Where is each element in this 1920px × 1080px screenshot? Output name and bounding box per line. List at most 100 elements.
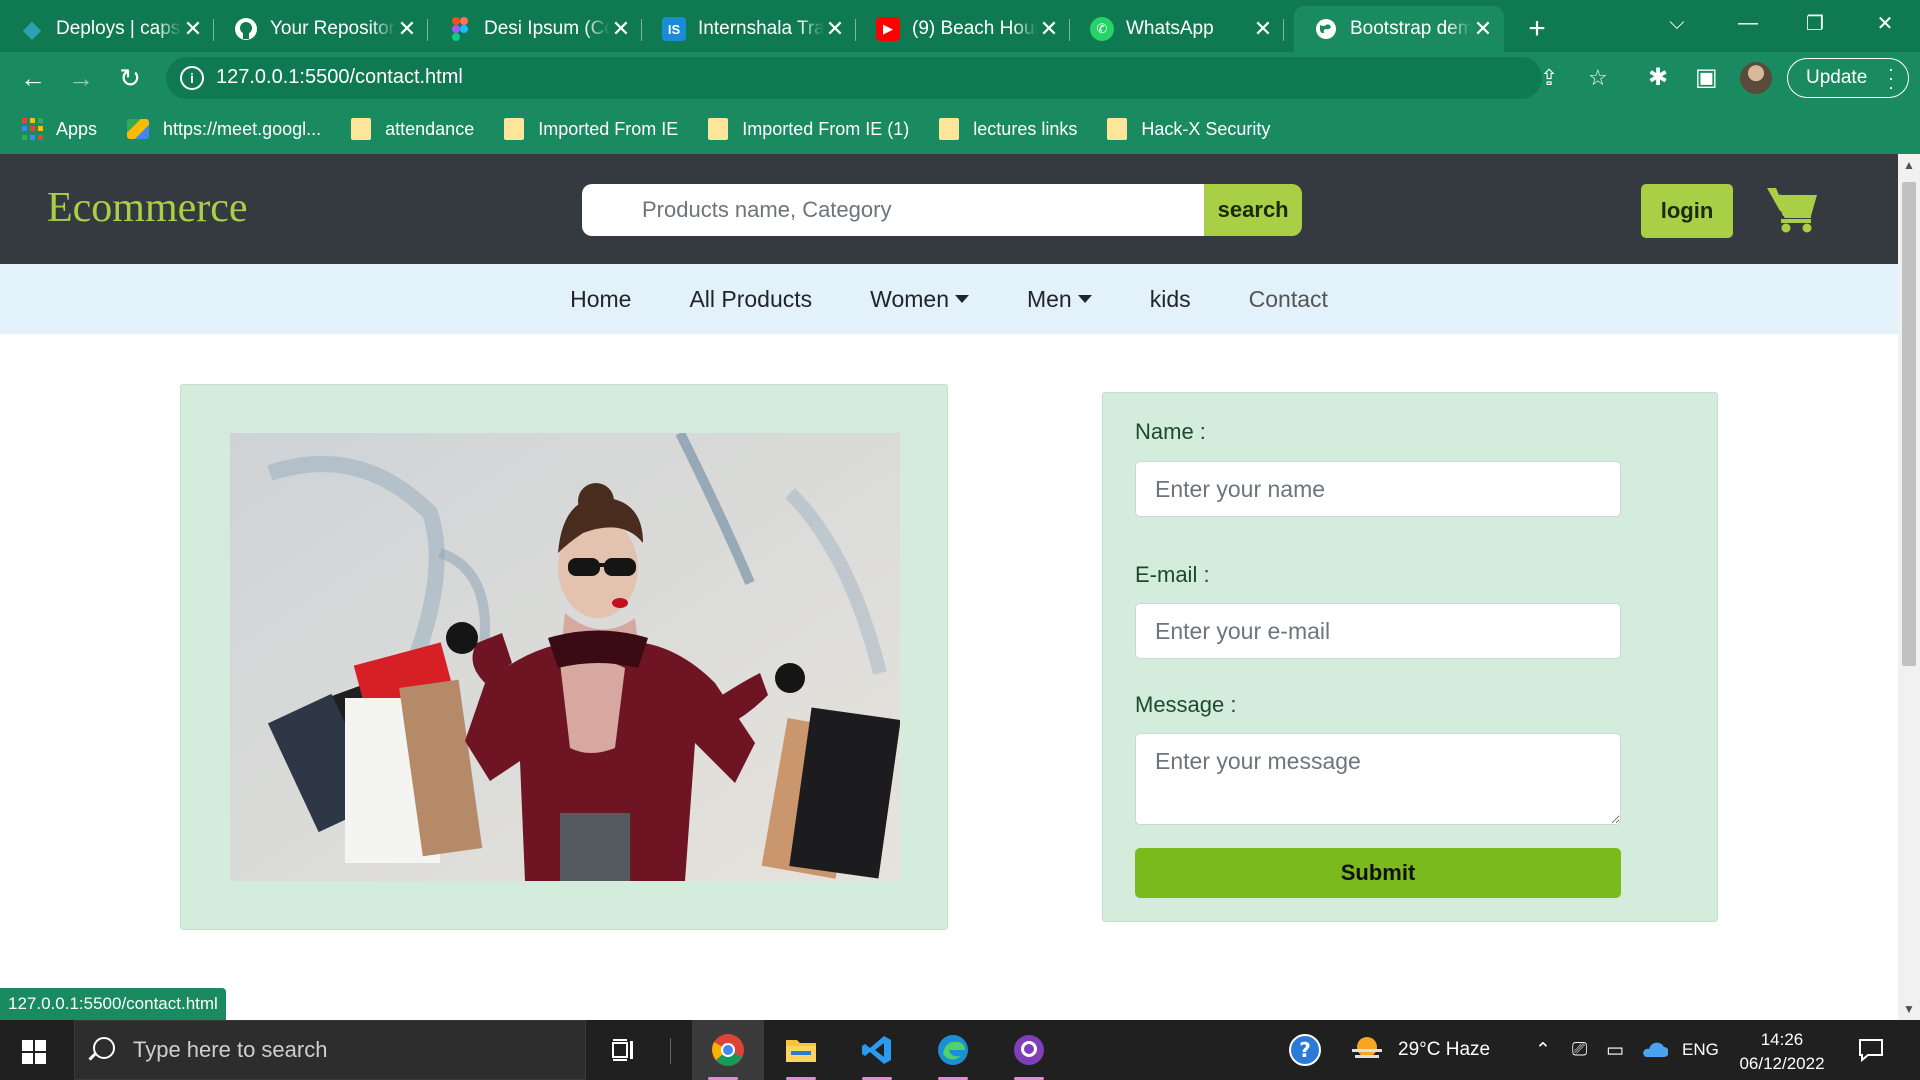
bookmark-item[interactable]: lectures links — [939, 118, 1077, 140]
scroll-up-icon[interactable]: ▲ — [1903, 158, 1915, 172]
tab-search-icon[interactable]: ⌵ — [1644, 0, 1710, 46]
bookmark-item[interactable]: attendance — [351, 118, 474, 140]
profile-avatar[interactable] — [1740, 62, 1772, 94]
netlify-icon: ◆ — [22, 15, 42, 43]
chevron-up-icon[interactable]: ⌃ — [1535, 1020, 1551, 1080]
browser-tab[interactable]: IS Internshala Trainings✕ — [642, 6, 856, 52]
forward-icon[interactable]: → — [63, 60, 99, 96]
reload-icon[interactable]: ↻ — [112, 60, 148, 96]
bookmark-star-icon[interactable]: ☆ — [1588, 65, 1608, 91]
shopping-woman-photo — [230, 433, 900, 881]
notifications-icon[interactable] — [1858, 1020, 1884, 1080]
search-button[interactable]: search — [1204, 184, 1302, 236]
tab-bootstrap-demo[interactable]: Bootstrap demo ✕ — [1294, 6, 1504, 52]
restore-icon[interactable]: ❐ — [1782, 0, 1848, 46]
update-button[interactable]: Update · · · — [1787, 58, 1909, 98]
bookmark-item[interactable]: Apps — [22, 118, 97, 140]
apps-grid-icon — [22, 118, 44, 140]
svg-text:?: ? — [1299, 1038, 1311, 1062]
tab-title: Deploys | capstone — [56, 18, 182, 39]
weather-widget[interactable]: 29°C Haze — [1348, 1020, 1490, 1080]
browser-tab[interactable]: Desi Ipsum (Community)✕ — [428, 6, 642, 52]
folder-icon — [1107, 118, 1128, 140]
github-desktop-icon[interactable] — [998, 1020, 1060, 1080]
onedrive-icon[interactable] — [1640, 1020, 1668, 1080]
site-info-icon[interactable]: i — [180, 66, 204, 90]
vscode-icon[interactable] — [846, 1020, 908, 1080]
task-view-icon[interactable] — [593, 1020, 655, 1080]
haze-icon — [1352, 1037, 1382, 1058]
brand-logo[interactable]: Ecommerce — [47, 184, 248, 232]
weather-text: 29°C Haze — [1398, 1039, 1491, 1060]
close-tab-icon[interactable]: ✕ — [1252, 18, 1274, 40]
browser-tab[interactable]: Your Repositories✕ — [214, 6, 428, 52]
new-tab-button[interactable]: + — [1514, 6, 1560, 52]
message-field[interactable] — [1135, 733, 1621, 825]
taskbar-search-box[interactable]: Type here to search — [74, 1020, 586, 1080]
edge-icon[interactable] — [922, 1020, 984, 1080]
minimize-icon[interactable]: — — [1715, 0, 1781, 46]
extensions-icon[interactable]: ✱ — [1648, 63, 1668, 92]
submit-button[interactable]: Submit — [1135, 848, 1621, 898]
bookmark-item[interactable]: Imported From IE (1) — [708, 118, 909, 140]
close-tab-icon[interactable]: ✕ — [610, 18, 632, 40]
scrollbar-thumb[interactable] — [1902, 182, 1916, 666]
main-nav: Home All Products Women Men kids Contact — [0, 264, 1898, 334]
bookmark-label: Imported From IE — [538, 118, 679, 139]
folder-icon — [939, 118, 960, 140]
search-input[interactable] — [582, 184, 1205, 236]
nav-all-products[interactable]: All Products — [689, 286, 812, 313]
back-icon[interactable]: ← — [15, 60, 51, 96]
browser-toolbar: ← → ↻ i 127.0.0.1:5500/contact.html ⇪ ☆ … — [0, 52, 1920, 104]
nav-contact[interactable]: Contact — [1249, 286, 1328, 313]
taskbar-clock[interactable]: 14:26 06/12/2022 — [1732, 1028, 1832, 1076]
page-scrollbar[interactable]: ▲ ▼ — [1898, 154, 1920, 1020]
nav-home[interactable]: Home — [570, 286, 631, 313]
browser-tab[interactable]: ✆ WhatsApp ✕ — [1070, 6, 1284, 52]
name-field[interactable] — [1135, 461, 1621, 517]
chrome-taskbar-icon[interactable] — [692, 1020, 764, 1080]
folder-icon — [708, 118, 729, 140]
nav-kids[interactable]: kids — [1150, 286, 1191, 313]
close-window-icon[interactable]: ✕ — [1852, 0, 1918, 46]
address-bar[interactable]: i 127.0.0.1:5500/contact.html ⇪ ☆ — [166, 57, 1608, 99]
bookmark-label: Hack-X Security — [1141, 118, 1271, 139]
nav-men[interactable]: Men — [1027, 286, 1092, 313]
close-tab-icon[interactable]: ✕ — [1472, 18, 1494, 40]
side-panel-icon[interactable]: ▣ — [1695, 63, 1718, 92]
name-label: Name : — [1135, 419, 1206, 444]
meet-now-icon[interactable]: ⎚ — [1572, 1020, 1587, 1080]
share-icon[interactable]: ⇪ — [1540, 65, 1558, 91]
windows-start-icon[interactable] — [22, 1040, 46, 1064]
bookmark-label: https://meet.googl... — [163, 118, 322, 139]
taskbar-search-placeholder: Type here to search — [133, 1037, 328, 1062]
globe-icon — [1314, 17, 1338, 41]
email-field[interactable] — [1135, 603, 1621, 659]
chevron-down-icon — [954, 295, 969, 303]
close-tab-icon[interactable]: ✕ — [182, 18, 204, 40]
battery-icon[interactable]: ▭ — [1606, 1020, 1624, 1080]
close-tab-icon[interactable]: ✕ — [1038, 18, 1060, 40]
google-meet-icon — [127, 119, 150, 139]
menu-dots-icon[interactable]: · · · — [1888, 60, 1894, 96]
help-icon[interactable]: ? — [1288, 1020, 1322, 1080]
language-indicator[interactable]: ENG — [1682, 1020, 1719, 1080]
bookmark-item[interactable]: https://meet.googl... — [127, 119, 321, 140]
search-form: search — [582, 184, 1302, 236]
bookmark-item[interactable]: Imported From IE — [504, 118, 678, 140]
close-tab-icon[interactable]: ✕ — [824, 18, 846, 40]
nav-women[interactable]: Women — [870, 286, 969, 313]
login-button[interactable]: login — [1641, 184, 1733, 238]
close-tab-icon[interactable]: ✕ — [396, 18, 418, 40]
bookmark-label: Apps — [56, 118, 98, 139]
bookmark-label: attendance — [385, 118, 475, 139]
cart-icon[interactable] — [1765, 182, 1821, 234]
address-url[interactable]: 127.0.0.1:5500/contact.html — [216, 66, 463, 89]
browser-tab[interactable]: ◆ Deploys | capstone✕ — [0, 6, 214, 52]
update-label: Update — [1806, 67, 1868, 88]
file-explorer-icon[interactable] — [770, 1020, 832, 1080]
scroll-down-icon[interactable]: ▼ — [1903, 1002, 1915, 1016]
browser-tab[interactable]: ▶ (9) Beach House✕ — [856, 6, 1070, 52]
bookmark-item[interactable]: Hack-X Security — [1107, 118, 1270, 140]
contact-image-card — [180, 384, 948, 930]
